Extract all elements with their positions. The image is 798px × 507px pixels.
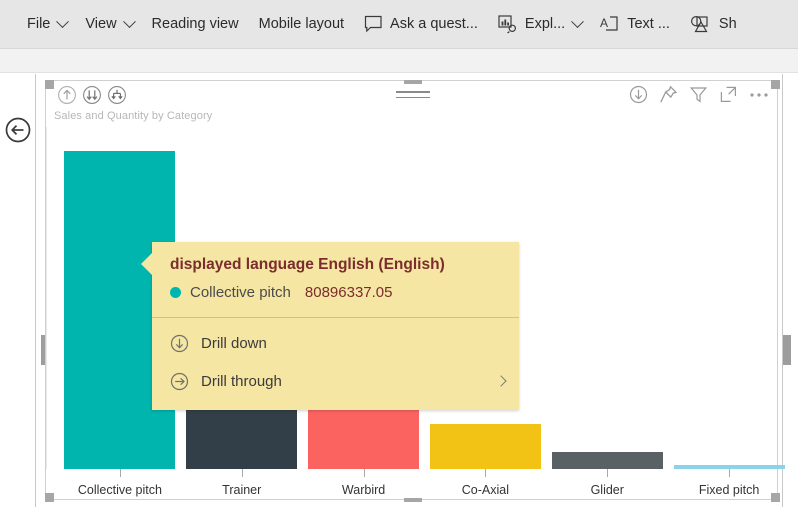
go-to-next-level-icon[interactable] (81, 84, 103, 111)
ribbon-item-label: Mobile layout (258, 16, 345, 32)
ribbon-item-shapes[interactable]: Sh (681, 6, 748, 42)
ribbon-item-label: Ask a quest... (390, 16, 478, 32)
drag-handle-icon[interactable] (396, 91, 430, 102)
drill-through-icon (170, 372, 189, 391)
ribbon-item-file[interactable]: File (18, 6, 76, 42)
focus-mode-icon[interactable] (719, 85, 738, 104)
export-data-icon[interactable] (629, 85, 648, 104)
x-axis-label: Trainer (222, 483, 262, 497)
x-axis-tick (364, 469, 365, 477)
ribbon-item-view[interactable]: View (76, 6, 142, 42)
ribbon-item-mobile-layout[interactable]: Mobile layout (250, 6, 355, 42)
visual-resize-handle-top-left[interactable] (45, 80, 54, 89)
ribbon-item-label: Text ... (627, 16, 670, 32)
filter-icon[interactable] (689, 85, 708, 104)
menu-item-drill-through[interactable]: Drill through (152, 362, 519, 400)
x-axis-tick (729, 469, 730, 477)
drill-down-icon (170, 334, 189, 353)
canvas-left-border (35, 74, 36, 507)
tooltip-body: displayed language English (English) Col… (152, 242, 519, 317)
ribbon-item-label: Expl... (524, 16, 566, 32)
x-axis-label: Warbird (341, 483, 386, 497)
svg-text:A: A (600, 16, 608, 30)
visual-resize-handle-bottom-right[interactable] (771, 493, 780, 502)
ribbon-item-ask-a-question[interactable]: Ask a quest... (355, 6, 489, 42)
visual-header (46, 81, 777, 109)
x-axis-tick (607, 469, 608, 477)
bar-chart-visual[interactable]: Sales and Quantity by Category Collectiv… (45, 80, 785, 502)
x-axis-label: Co-Axial (461, 483, 510, 497)
report-canvas-area: Sales and Quantity by Category Collectiv… (0, 49, 798, 507)
x-axis-tick (120, 469, 121, 477)
top-ribbon: File View Reading view Mobile layout Ask… (0, 0, 798, 49)
x-axis-label: Glider (590, 483, 624, 497)
tooltip-menu: Drill down Drill through (152, 318, 519, 410)
ribbon-item-label: View (85, 16, 117, 32)
pin-visual-icon[interactable] (659, 85, 678, 104)
bar-co-axial[interactable] (430, 424, 541, 469)
visual-header-actions (629, 85, 769, 104)
ribbon-item-label: File (27, 16, 51, 32)
visual-title: Sales and Quantity by Category (54, 110, 213, 122)
visual-resize-handle-top-right[interactable] (771, 80, 780, 89)
canvas-top-strip (0, 49, 798, 73)
back-arrow-icon[interactable] (4, 116, 32, 144)
shapes-icon (690, 15, 712, 34)
tooltip-series-label: Collective pitch (190, 284, 291, 302)
chevron-down-icon (56, 14, 70, 28)
menu-item-drill-down[interactable]: Drill down (152, 324, 519, 362)
explore-icon (498, 14, 518, 34)
y-axis-line (46, 127, 47, 469)
menu-item-label: Drill through (201, 372, 282, 390)
x-axis-tick (485, 469, 486, 477)
more-options-icon[interactable] (749, 91, 769, 99)
chevron-down-icon (122, 14, 136, 28)
speech-bubble-icon (364, 15, 383, 33)
x-axis-tick (242, 469, 243, 477)
canvas-resize-handle-right[interactable] (783, 335, 791, 365)
power-bi-report-window: File View Reading view Mobile layout Ask… (0, 0, 798, 507)
bar-glider[interactable] (552, 452, 663, 469)
ribbon-item-reading-view[interactable]: Reading view (143, 6, 250, 42)
canvas-right-border (782, 74, 783, 507)
menu-item-label: Drill down (201, 334, 267, 352)
ribbon-item-text-box[interactable]: A Text ... (591, 6, 681, 42)
chevron-right-icon (495, 375, 507, 388)
expand-all-down-icon[interactable] (106, 84, 128, 111)
visual-resize-handle-bottom-left[interactable] (45, 493, 54, 502)
chevron-down-icon (571, 14, 585, 28)
tooltip-series-value: 80896337.05 (304, 284, 393, 302)
text-box-icon: A (600, 15, 620, 34)
ribbon-item-label: Reading view (151, 16, 239, 32)
ribbon-item-explore[interactable]: Expl... (489, 6, 591, 42)
x-axis-label: Collective pitch (77, 483, 162, 497)
data-point-tooltip[interactable]: displayed language English (English) Col… (141, 242, 519, 411)
x-axis-line (46, 469, 777, 470)
drill-up-icon[interactable] (56, 84, 78, 111)
drill-controls (56, 84, 128, 111)
tooltip-title: displayed language English (English) (170, 256, 445, 273)
series-color-dot-icon (170, 287, 181, 299)
tooltip-pointer-icon (141, 253, 152, 275)
tooltip-series-row: Collective pitch 80896337.05 (170, 284, 503, 311)
ribbon-item-label: Sh (718, 16, 737, 32)
